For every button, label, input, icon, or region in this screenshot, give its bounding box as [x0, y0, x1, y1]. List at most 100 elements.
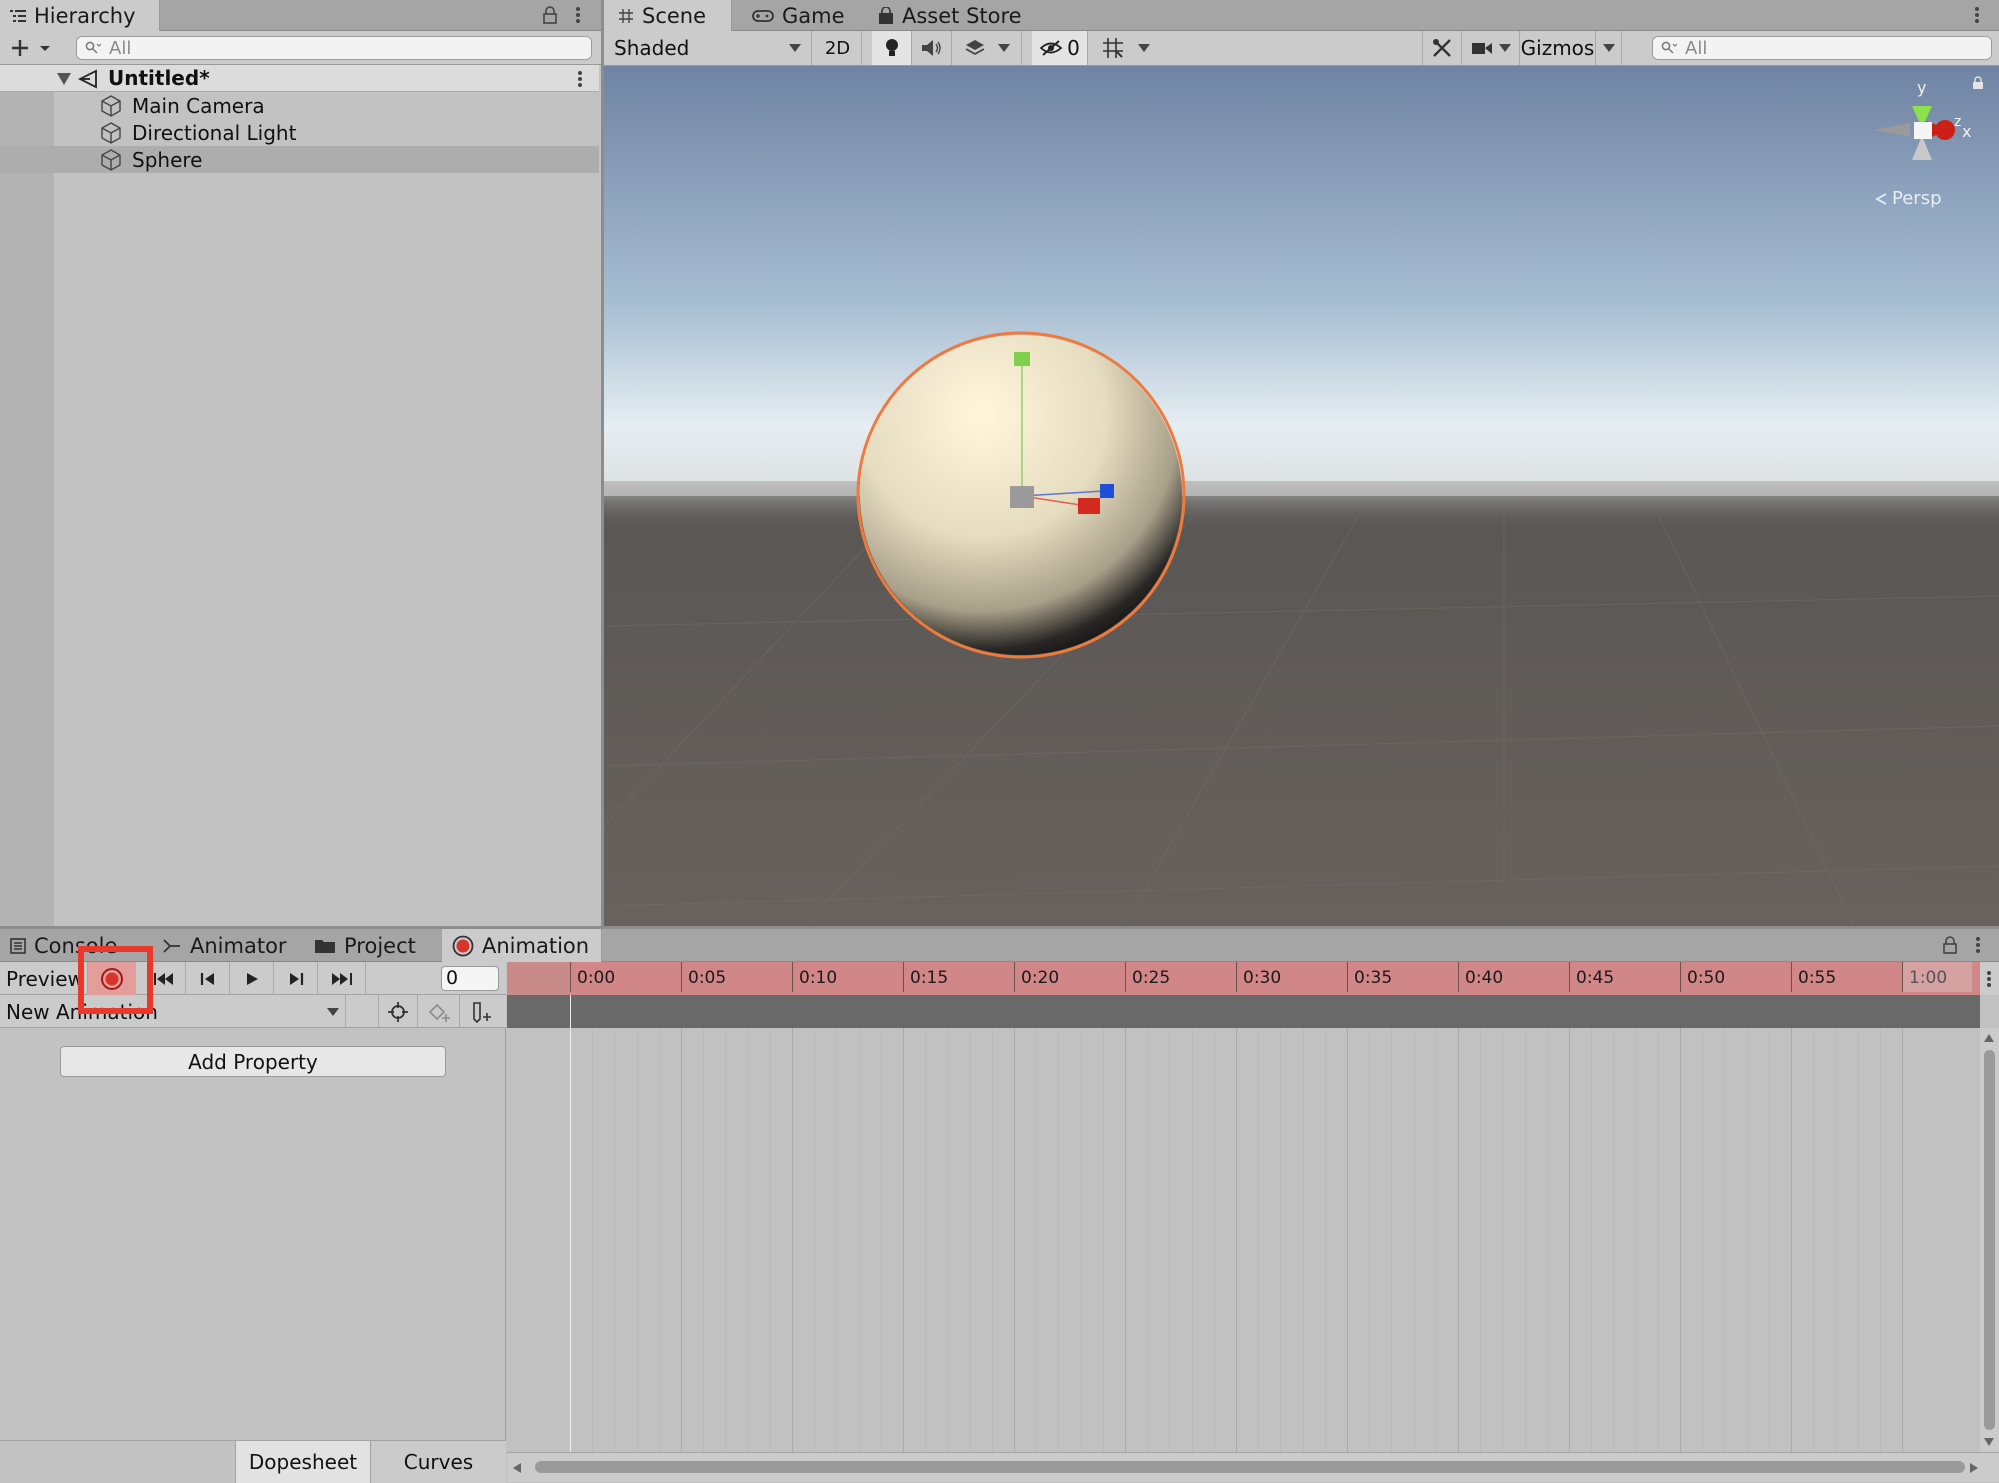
timeline-minor-gridline [1813, 1028, 1815, 1452]
timeline-tick-label: 0:05 [681, 962, 726, 992]
crosshair-icon [388, 1001, 408, 1022]
clip-dropdown[interactable]: New Animation [0, 995, 346, 1028]
shading-mode-dropdown[interactable]: Shaded [604, 31, 812, 65]
scene-name: Untitled* [108, 66, 210, 90]
time-ruler[interactable]: 0:00 0:05 0:10 0:15 0:20 0:25 0:30 0:35 0:40 0:45… [507, 962, 1980, 995]
scene-toolbar: Shaded 2D 0 Gizmos All [604, 31, 1999, 66]
scene-header-row[interactable]: Untitled* [0, 65, 599, 92]
effects-dropdown[interactable] [952, 31, 1022, 65]
chevron-down-icon [997, 44, 1010, 52]
tab-project[interactable]: Project [304, 929, 426, 962]
view-mode-bar: Dopesheet Curves [0, 1440, 506, 1483]
dopesheet-tab[interactable]: Dopesheet [235, 1441, 370, 1483]
gizmo-lock-icon[interactable] [1972, 76, 1984, 90]
timeline-minor-gridline [1857, 1028, 1859, 1452]
eye-slash-icon [1039, 39, 1063, 57]
timeline-minor-gridline [880, 1028, 882, 1452]
scene-kebab-menu-icon[interactable] [1974, 6, 1980, 24]
scene-search-input[interactable]: All [1652, 36, 1992, 60]
search-icon [1661, 41, 1677, 55]
gameobject-cube-icon [100, 148, 122, 171]
horizontal-scroll-thumb[interactable] [535, 1461, 1965, 1473]
ruler-kebab-area[interactable] [1980, 962, 1999, 995]
scroll-down-arrow-icon[interactable] [1984, 1438, 1994, 1446]
vertical-scrollbar[interactable] [1980, 1028, 1999, 1452]
tab-animator[interactable]: Animator [152, 929, 297, 962]
add-event-button[interactable] [460, 995, 504, 1028]
add-icon[interactable] [10, 38, 52, 58]
timeline-minor-gridline [703, 1028, 705, 1452]
frame-field[interactable]: 0 [441, 966, 499, 991]
chevron-down-icon [1602, 44, 1615, 52]
hidden-count: 0 [1067, 36, 1080, 60]
tab-asset-store[interactable]: Asset Store [868, 0, 1032, 31]
last-key-button[interactable] [318, 962, 366, 995]
projection-label: Persp [1892, 188, 1942, 209]
tab-scene[interactable]: Scene [604, 0, 732, 31]
camera-dropdown[interactable] [1462, 31, 1520, 65]
timeline-tick-label: 0:10 [792, 962, 837, 992]
rewind-icon [153, 972, 175, 986]
preview-toggle[interactable]: Preview [0, 962, 88, 995]
horizontal-scrollbar[interactable] [507, 1452, 1999, 1482]
timeline-minor-gridline [1524, 1028, 1526, 1452]
video-camera-icon [1471, 40, 1493, 56]
playhead-line[interactable] [570, 995, 571, 1452]
kebab-menu-icon[interactable] [575, 6, 581, 24]
tab-game[interactable]: Game [742, 0, 855, 31]
hierarchy-item-main-camera[interactable]: Main Camera [54, 92, 601, 119]
add-keyframe-button[interactable] [418, 995, 460, 1028]
scene-kebab-icon[interactable] [577, 70, 583, 88]
tab-hierarchy[interactable]: Hierarchy [0, 0, 160, 31]
previous-key-button[interactable] [186, 962, 230, 995]
timeline-minor-gridline [747, 1028, 749, 1452]
lock-icon[interactable] [1943, 936, 1957, 954]
audio-toggle-button[interactable] [912, 31, 952, 65]
timeline-minor-gridline [1391, 1028, 1393, 1452]
grid-snapping-dropdown[interactable] [1090, 31, 1162, 65]
play-button[interactable] [230, 962, 274, 995]
search-icon [85, 41, 101, 55]
gizmos-button[interactable]: Gizmos [1520, 31, 1596, 65]
timeline-minor-gridline [1036, 1028, 1038, 1452]
keyframe-area[interactable] [507, 1028, 1980, 1452]
scene-viewport[interactable]: y z x Persp [604, 66, 1999, 926]
shopping-bag-icon [878, 6, 894, 25]
hierarchy-search-input[interactable]: All [76, 36, 592, 60]
animation-controls: Preview 0 New Animation Add Property Dop… [0, 962, 506, 1483]
lock-icon[interactable] [543, 6, 557, 24]
lighting-toggle-button[interactable] [872, 31, 912, 65]
kebab-menu-icon[interactable] [1975, 936, 1981, 954]
timeline-gridline [1014, 1028, 1015, 1452]
scroll-left-arrow-icon[interactable] [513, 1463, 521, 1473]
tools-toggle-button[interactable] [1422, 31, 1462, 65]
filter-by-selection-button[interactable] [378, 995, 418, 1028]
timeline[interactable]: 0:00 0:05 0:10 0:15 0:20 0:25 0:30 0:35 0:40 0:45… [507, 962, 1999, 1482]
axis-z-label: z [1954, 114, 1962, 130]
scroll-up-arrow-icon[interactable] [1984, 1034, 1994, 1042]
next-key-button[interactable] [274, 962, 318, 995]
lightbulb-icon [885, 38, 899, 58]
projection-toggle[interactable]: Persp [1874, 188, 1942, 209]
event-lane[interactable] [507, 995, 1980, 1028]
foldout-arrow-icon[interactable] [57, 73, 71, 85]
timeline-minor-gridline [769, 1028, 771, 1452]
hierarchy-gutter [0, 65, 54, 926]
add-property-button[interactable]: Add Property [60, 1046, 446, 1077]
scroll-right-arrow-icon[interactable] [1970, 1463, 1978, 1473]
ground-plane [604, 496, 1999, 926]
toggle-2d-button[interactable]: 2D [814, 31, 862, 65]
timeline-tick-label: 0:50 [1680, 962, 1725, 992]
hierarchy-item-sphere[interactable]: Sphere [54, 146, 601, 173]
vertical-scroll-thumb[interactable] [1984, 1050, 1995, 1430]
hierarchy-item-directional-light[interactable]: Directional Light [54, 119, 601, 146]
hidden-objects-toggle[interactable]: 0 [1032, 31, 1088, 65]
search-placeholder: All [1685, 37, 1708, 59]
axis-x-label: x [1962, 122, 1972, 141]
gizmos-dropdown[interactable] [1596, 31, 1622, 65]
tab-animation[interactable]: Animation [442, 929, 602, 962]
orientation-gizmo[interactable]: y z x Persp [1854, 76, 1994, 236]
curves-tab[interactable]: Curves [370, 1441, 506, 1483]
timeline-tick-label: 0:30 [1236, 962, 1281, 992]
gizmos-label: Gizmos [1520, 36, 1595, 60]
